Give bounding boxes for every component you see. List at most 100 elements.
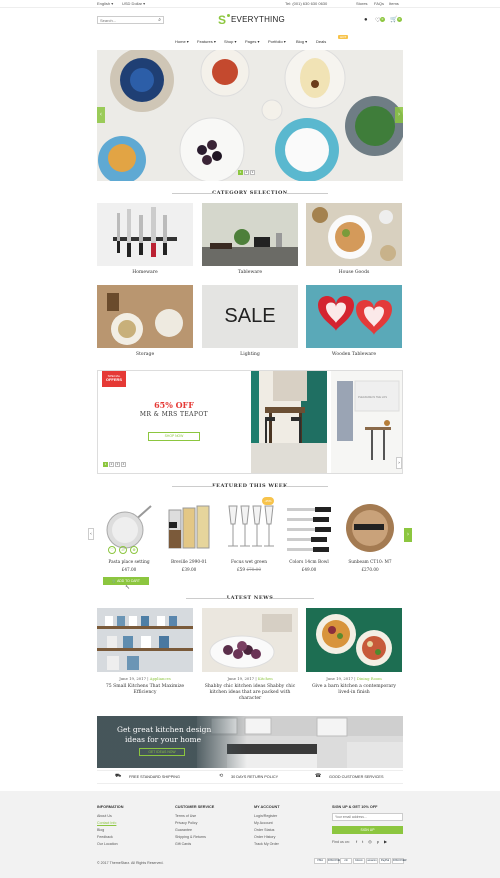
promo-next-button[interactable]: › <box>396 457 402 469</box>
promo-slider[interactable]: SPECIAL OFFERS 65% OFF MR & MRS TEAPOT S… <box>97 370 403 474</box>
product-name[interactable]: Breville 2990-01 <box>163 560 215 565</box>
product-image-breville[interactable] <box>163 502 215 554</box>
currency-selector[interactable]: USD Dollar ▾ <box>122 1 145 6</box>
product-name[interactable]: Colors 14cm Bowl <box>283 560 335 565</box>
category-wooden-tableware-image[interactable] <box>306 285 402 348</box>
kitchen-ideas-banner[interactable]: Get great kitchen design ideas for your … <box>97 716 403 768</box>
promo-dot-2[interactable]: 2 <box>109 462 114 467</box>
hero-prev-button[interactable]: ‹ <box>97 107 105 123</box>
nav-blog[interactable]: Blog ▾ <box>296 39 307 44</box>
news-image-3[interactable] <box>306 608 402 672</box>
nav-deals[interactable]: Deals <box>316 39 326 44</box>
copyright-text: © 2017 ThemeStarz. All Rights Reserved. <box>97 861 164 865</box>
promo-dot-4[interactable]: 4 <box>121 462 126 467</box>
nav-portfolio[interactable]: Portfolio ▾ <box>268 39 286 44</box>
pinterest-icon[interactable]: p <box>377 839 379 844</box>
category-label-homeware[interactable]: Homeware <box>97 270 193 275</box>
footer-link[interactable]: Shipping & Returns <box>175 835 206 839</box>
plums-image <box>202 608 298 672</box>
nav-home[interactable]: Home ▾ <box>175 39 189 44</box>
category-storage-image[interactable] <box>97 285 193 348</box>
nav-shop[interactable]: Shop ▾ <box>224 39 236 44</box>
footer-link[interactable]: Terms of Use <box>175 814 196 818</box>
footer-link[interactable]: Track My Order <box>254 842 279 846</box>
title-divider <box>186 598 228 599</box>
nav-features[interactable]: Features ▾ <box>197 39 216 44</box>
amazon-icon: amazon <box>366 858 378 864</box>
table-scene-image <box>202 203 298 266</box>
top-link-items[interactable]: Items <box>389 1 399 6</box>
footer-link[interactable]: Contact Info <box>97 821 116 825</box>
search-input[interactable] <box>98 17 154 23</box>
product-price: £39.00 <box>181 567 197 572</box>
top-link-stores[interactable]: Stores <box>356 1 368 6</box>
footer-link[interactable]: Login/Register <box>254 814 277 818</box>
get-ideas-button[interactable]: GET IDEAS NOW <box>139 748 185 756</box>
twitter-icon[interactable]: t <box>362 839 363 844</box>
hero-dot-2[interactable]: 2 <box>244 170 249 175</box>
footer-link[interactable]: Guarantee <box>175 828 192 832</box>
news-image-2[interactable] <box>202 608 298 672</box>
wishlist-icon[interactable]: ♡ <box>108 546 116 554</box>
facebook-icon[interactable]: f <box>356 839 357 844</box>
category-lighting-image[interactable]: SALE <box>202 285 298 348</box>
product-name[interactable]: Pasta place setting <box>103 560 155 565</box>
social-links: f t ◎ p ▶ <box>356 839 387 844</box>
footer-col-title-customer-service: CUSTOMER SERVICE <box>175 805 215 809</box>
language-selector[interactable]: English ▾ <box>97 1 113 6</box>
find-us-label: Find us on: <box>332 840 350 844</box>
nav-pages[interactable]: Pages ▾ <box>245 39 259 44</box>
news-image-1[interactable] <box>97 608 193 672</box>
newsletter-email-input[interactable] <box>332 813 403 821</box>
footer-link[interactable]: My Account <box>254 821 273 825</box>
footer-link[interactable]: Feedback <box>97 835 113 839</box>
footer-link[interactable]: Order Status <box>254 828 274 832</box>
news-title-3[interactable]: Give a barn kitchen a contemporary lived… <box>306 684 402 696</box>
featured-prev-button[interactable]: ‹ <box>88 528 94 540</box>
promo-dot-1[interactable]: 1 <box>103 462 108 467</box>
promo-dot-3[interactable]: 3 <box>115 462 120 467</box>
featured-next-button[interactable]: › <box>404 528 412 542</box>
product-price: £49.00 <box>301 567 317 572</box>
top-link-faqs[interactable]: FAQs <box>374 1 384 6</box>
quick-view-icon[interactable]: ⊕ <box>130 546 138 554</box>
footer-link[interactable]: Our Location <box>97 842 118 846</box>
hero-dot-3[interactable]: 3 <box>250 170 255 175</box>
category-label-storage[interactable]: Storage <box>97 352 193 357</box>
signup-button[interactable]: SIGN UP <box>332 826 403 834</box>
category-housegoods-image[interactable] <box>306 203 402 266</box>
footer-link[interactable]: Privacy Policy <box>175 821 197 825</box>
product-name[interactable]: Focus wet green <box>223 560 275 565</box>
product-image-knives[interactable] <box>283 502 335 554</box>
category-label-housegoods[interactable]: House Goods <box>306 270 402 275</box>
compare-icon[interactable]: ⇄ <box>119 546 127 554</box>
category-tableware-image[interactable] <box>202 203 298 266</box>
support-icon: ☎ <box>315 773 322 779</box>
product-image-glasses[interactable] <box>223 502 275 554</box>
footer-link[interactable]: About Us <box>97 814 112 818</box>
footer-link[interactable]: Order History <box>254 835 275 839</box>
hero-slider[interactable]: ‹ › 1 2 3 <box>97 50 403 181</box>
footer-link[interactable]: Gift Cards <box>175 842 191 846</box>
title-divider <box>286 486 328 487</box>
site-logo[interactable]: S EVERYTHING <box>218 13 285 27</box>
news-meta-2: June 19, 2017 | Kitchen <box>227 676 273 681</box>
category-label-lighting[interactable]: Lighting <box>202 352 298 357</box>
hero-dot-1[interactable]: 1 <box>238 170 243 175</box>
shop-now-button[interactable]: SHOP NOW <box>148 432 200 441</box>
product-name[interactable]: Sunbeam CT10: M7 <box>344 560 396 565</box>
product-image-sunbeam[interactable] <box>344 502 396 554</box>
news-meta-3: June 19, 2017 | Dining Room <box>326 676 382 681</box>
footer-link[interactable]: Blog <box>97 828 104 832</box>
category-label-wooden-tableware[interactable]: Wooden Tableware <box>306 352 402 357</box>
category-label-tableware[interactable]: Tableware <box>202 270 298 275</box>
news-title-2[interactable]: Shabby chic kitchen ideas Shabby chic ki… <box>202 684 298 702</box>
account-icon[interactable]: ● <box>364 17 368 23</box>
category-homeware-image[interactable] <box>97 203 193 266</box>
news-title-1[interactable]: 75 Small Kitchens That Maximize Efficien… <box>97 684 193 696</box>
hero-next-button[interactable]: › <box>395 107 403 123</box>
instagram-icon[interactable]: ◎ <box>368 839 372 844</box>
search-icon[interactable]: ⌕ <box>158 17 161 23</box>
phone-number: Tel: (001) 630 630 0630 <box>285 1 328 6</box>
youtube-icon[interactable]: ▶ <box>384 839 387 844</box>
